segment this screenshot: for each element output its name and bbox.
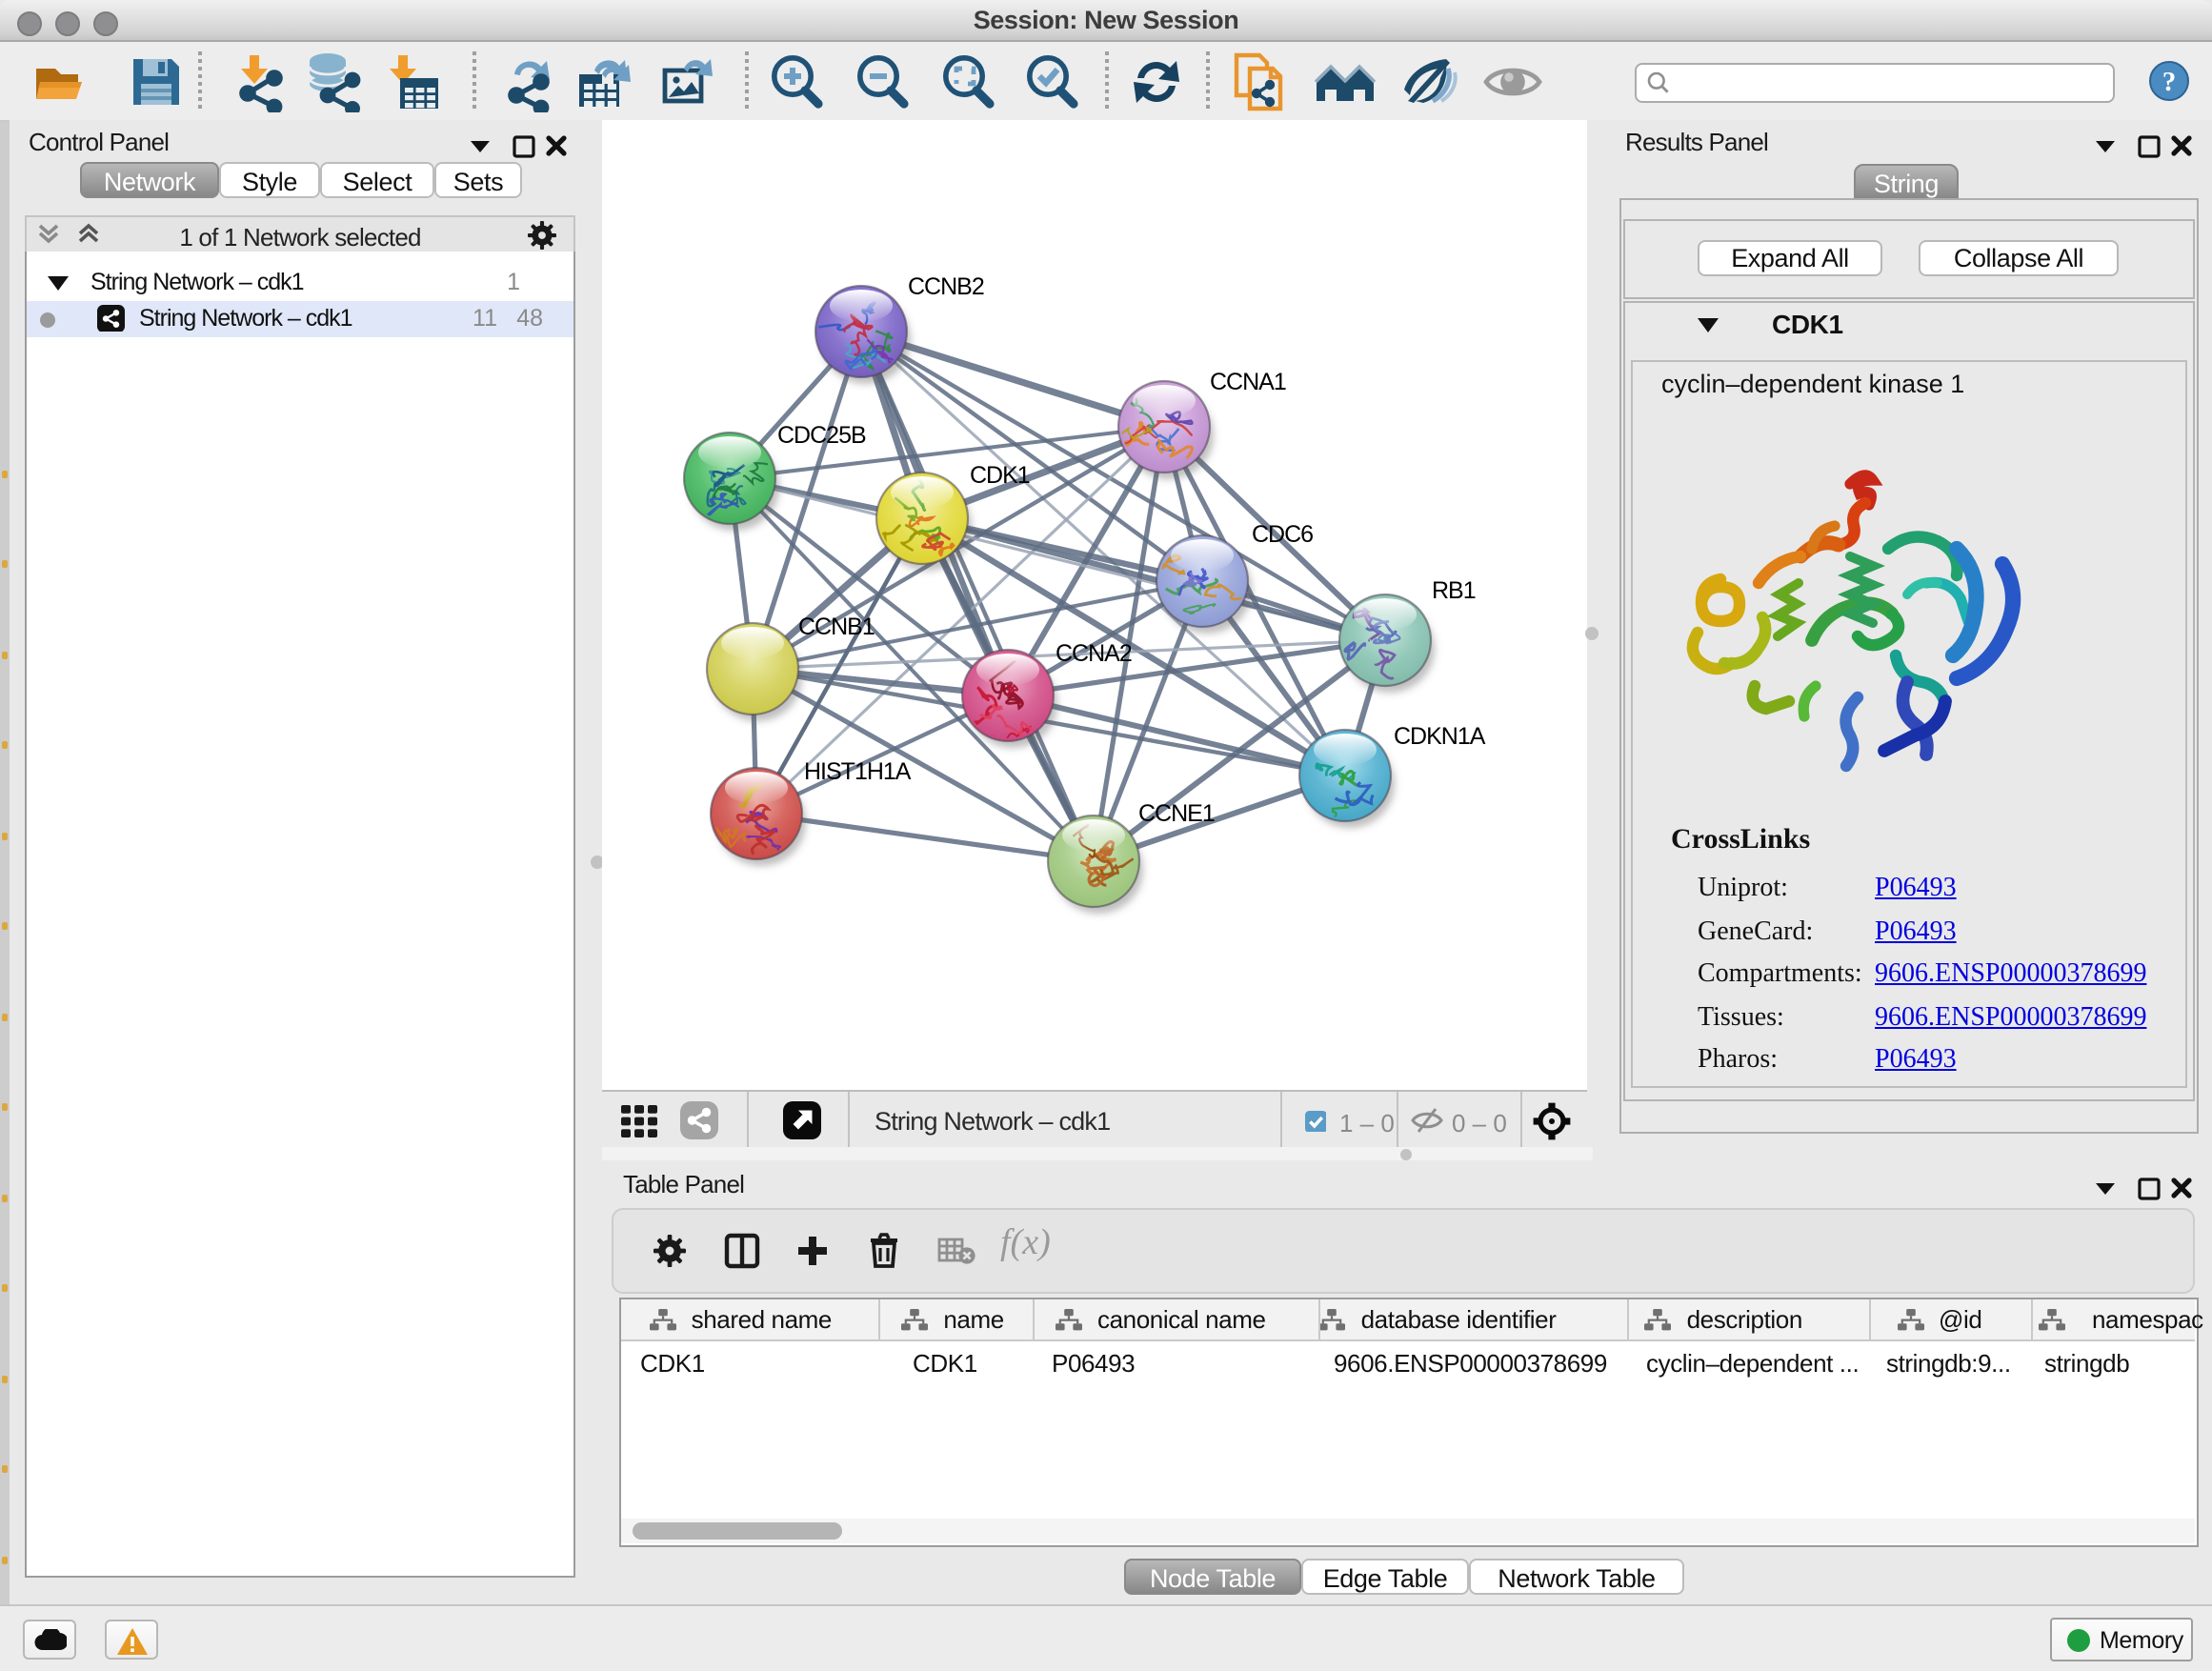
svg-text:CDK1: CDK1: [970, 462, 1030, 489]
svg-text:CCNA1: CCNA1: [1210, 369, 1286, 395]
svg-text:CDKN1A: CDKN1A: [1394, 723, 1486, 750]
svg-text:CCNA2: CCNA2: [1056, 640, 1132, 667]
svg-text:CDC6: CDC6: [1252, 521, 1313, 548]
svg-text:HIST1H1A: HIST1H1A: [804, 758, 912, 785]
svg-text:RB1: RB1: [1432, 577, 1476, 604]
svg-text:CDC25B: CDC25B: [777, 422, 866, 449]
svg-text:CCNE1: CCNE1: [1138, 800, 1215, 827]
svg-text:CCNB2: CCNB2: [908, 273, 984, 300]
svg-text:CCNB1: CCNB1: [798, 614, 875, 640]
svg-text:?: ?: [2162, 67, 2177, 97]
